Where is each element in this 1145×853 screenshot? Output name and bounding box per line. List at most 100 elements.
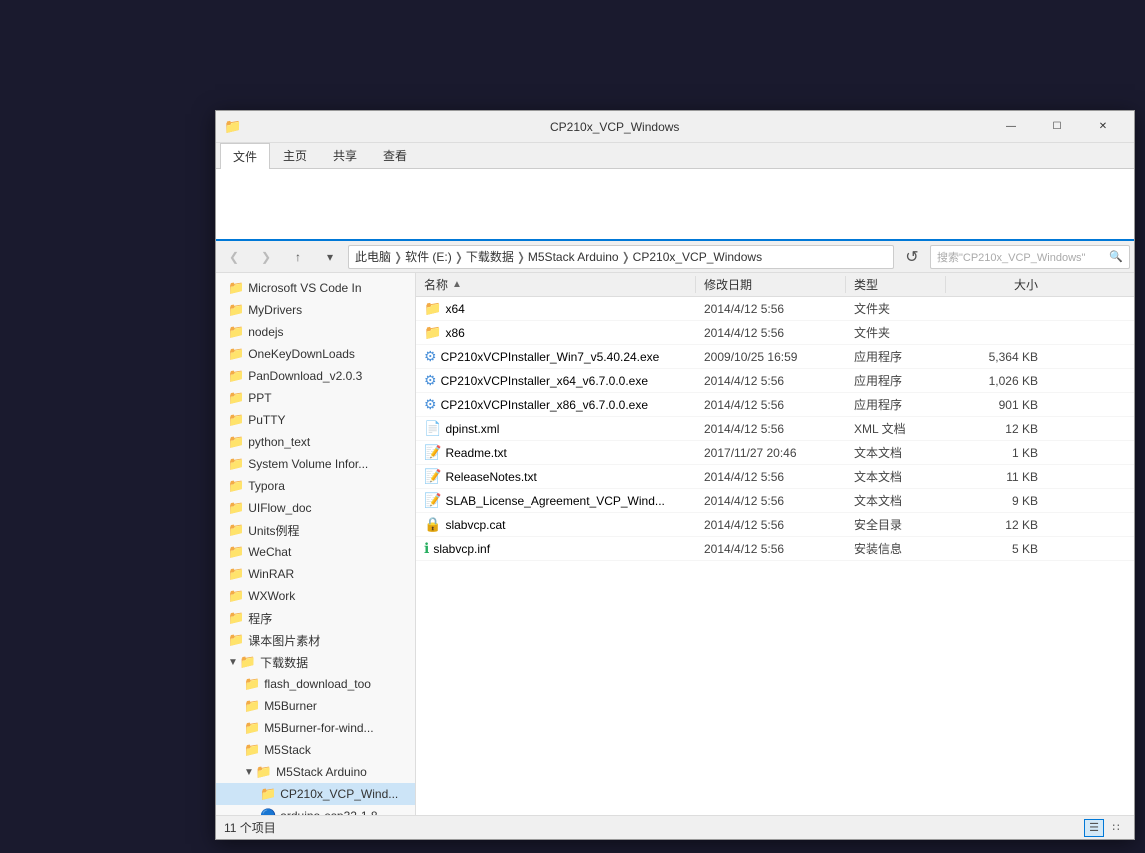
tree-label-m5burner: M5Burner [264, 699, 317, 713]
file-row-cp210x-x64[interactable]: ⚙ CP210xVCPInstaller_x64_v6.7.0.0.exe 20… [416, 369, 1134, 393]
col-header-date[interactable]: 修改日期 [696, 276, 846, 293]
minimize-button[interactable]: — [988, 111, 1034, 143]
title-bar: 📁 CP210x_VCP_Windows — ☐ ✕ [216, 111, 1134, 143]
tree-item-putty[interactable]: 📁 PuTTY [216, 409, 415, 431]
file-row-x64[interactable]: 📁 x64 2014/4/12 5:56 文件夹 [416, 297, 1134, 321]
folder-icon: 📁 [228, 390, 244, 406]
tree-item-programs[interactable]: 📁 程序 [216, 607, 415, 629]
folder-icon: 📁 [228, 302, 244, 318]
path-drive[interactable]: 软件 (E:) [405, 248, 452, 265]
tree-label-uiflow: UIFlow_doc [248, 501, 311, 515]
view-details-button[interactable]: ☰ [1084, 819, 1104, 837]
col-header-type[interactable]: 类型 [846, 276, 946, 293]
file-date-slabvcp-cat: 2014/4/12 5:56 [696, 518, 846, 532]
tab-home[interactable]: 主页 [270, 142, 320, 168]
file-row-cp210x-win7[interactable]: ⚙ CP210xVCPInstaller_Win7_v5.40.24.exe 2… [416, 345, 1134, 369]
file-label-releasenotes: ReleaseNotes.txt [445, 470, 536, 484]
tree-item-downloads[interactable]: ▼ 📁 下载数据 [216, 651, 415, 673]
folder-icon: 📁 [228, 610, 244, 626]
tree-item-wxwork[interactable]: 📁 WXWork [216, 585, 415, 607]
path-computer[interactable]: 此电脑 [355, 248, 391, 265]
tree-item-arduino-esp32[interactable]: 🔵 arduino-esp32-1.8... [216, 805, 415, 815]
tree-item-m5stack-arduino[interactable]: ▼ 📁 M5Stack Arduino [216, 761, 415, 783]
file-size-slabvcp-inf: 5 KB [946, 542, 1046, 556]
tree-item-nodejs[interactable]: 📁 nodejs [216, 321, 415, 343]
path-downloads[interactable]: 下载数据 [466, 248, 514, 265]
tree-item-textbook[interactable]: 📁 课本图片素材 [216, 629, 415, 651]
file-row-readme[interactable]: 📝 Readme.txt 2017/11/27 20:46 文本文档 1 KB [416, 441, 1134, 465]
folder-icon-x86: 📁 [424, 324, 441, 341]
tree-item-typora[interactable]: 📁 Typora [216, 475, 415, 497]
tab-file[interactable]: 文件 [220, 143, 270, 169]
title-controls: — ☐ ✕ [988, 111, 1126, 143]
tree-label-units: Units例程 [248, 522, 299, 539]
tree-item-cp210x[interactable]: 📁 CP210x_VCP_Wind... [216, 783, 415, 805]
file-name-cp210x-x64: ⚙ CP210xVCPInstaller_x64_v6.7.0.0.exe [416, 372, 696, 389]
maximize-button[interactable]: ☐ [1034, 111, 1080, 143]
file-row-slabvcp-cat[interactable]: 🔒 slabvcp.cat 2014/4/12 5:56 安全目录 12 KB [416, 513, 1134, 537]
search-icon: 🔍 [1109, 250, 1123, 263]
txt-icon-slab-license: 📝 [424, 492, 441, 509]
path-m5stack[interactable]: M5Stack Arduino [528, 250, 619, 264]
tree-item-wechat[interactable]: 📁 WeChat [216, 541, 415, 563]
inf-icon-slabvcp: ℹ [424, 540, 429, 557]
search-box[interactable]: 搜索"CP210x_VCP_Windows" 🔍 [930, 245, 1130, 269]
tree-label-nodejs: nodejs [248, 325, 283, 339]
tree-item-m5burner[interactable]: 📁 M5Burner [216, 695, 415, 717]
col-type-label: 类型 [854, 276, 878, 293]
file-size-releasenotes: 11 KB [946, 470, 1046, 484]
tree-item-mydrivers[interactable]: 📁 MyDrivers [216, 299, 415, 321]
file-row-cp210x-x86[interactable]: ⚙ CP210xVCPInstaller_x86_v6.7.0.0.exe 20… [416, 393, 1134, 417]
close-button[interactable]: ✕ [1080, 111, 1126, 143]
tree-item-vscode[interactable]: 📁 Microsoft VS Code In [216, 277, 415, 299]
folder-icon: 📁 [228, 324, 244, 340]
file-date-cp210x-win7: 2009/10/25 16:59 [696, 350, 846, 364]
file-name-slab-license: 📝 SLAB_License_Agreement_VCP_Wind... [416, 492, 696, 509]
file-row-dpinst[interactable]: 📄 dpinst.xml 2014/4/12 5:56 XML 文档 12 KB [416, 417, 1134, 441]
path-current[interactable]: CP210x_VCP_Windows [633, 250, 762, 264]
search-text: 搜索"CP210x_VCP_Windows" [937, 249, 1085, 265]
view-large-icons-button[interactable]: ∷ [1106, 819, 1126, 837]
back-button[interactable]: ❮ [220, 244, 248, 270]
file-row-x86[interactable]: 📁 x86 2014/4/12 5:56 文件夹 [416, 321, 1134, 345]
tree-item-flash[interactable]: 📁 flash_download_too [216, 673, 415, 695]
file-row-slabvcp-inf[interactable]: ℹ slabvcp.inf 2014/4/12 5:56 安装信息 5 KB [416, 537, 1134, 561]
tab-view[interactable]: 查看 [370, 142, 420, 168]
tree-item-winrar[interactable]: 📁 WinRAR [216, 563, 415, 585]
col-name-label: 名称 [424, 276, 448, 293]
folder-icon: 📁 [244, 720, 260, 736]
file-row-releasenotes[interactable]: 📝 ReleaseNotes.txt 2014/4/12 5:56 文本文档 1… [416, 465, 1134, 489]
tree-label-pandownload: PanDownload_v2.0.3 [248, 369, 362, 383]
col-header-size[interactable]: 大小 [946, 276, 1046, 293]
file-size-slabvcp-cat: 12 KB [946, 518, 1046, 532]
tree-item-uiflow[interactable]: 📁 UIFlow_doc [216, 497, 415, 519]
folder-icon: 📁 [224, 118, 241, 135]
file-size-slab-license: 9 KB [946, 494, 1046, 508]
tree-item-units[interactable]: 📁 Units例程 [216, 519, 415, 541]
up-button[interactable]: ↑ [284, 244, 312, 270]
forward-button[interactable]: ❯ [252, 244, 280, 270]
xml-icon-dpinst: 📄 [424, 420, 441, 437]
address-path[interactable]: 此电脑 ❭ 软件 (E:) ❭ 下载数据 ❭ M5Stack Arduino ❭… [348, 245, 894, 269]
folder-icon: 📁 [228, 280, 244, 296]
tree-item-onekeydownloads[interactable]: 📁 OneKeyDownLoads [216, 343, 415, 365]
file-row-slab-license[interactable]: 📝 SLAB_License_Agreement_VCP_Wind... 201… [416, 489, 1134, 513]
file-name-cp210x-win7: ⚙ CP210xVCPInstaller_Win7_v5.40.24.exe [416, 348, 696, 365]
tree-item-m5burner-win[interactable]: 📁 M5Burner-for-wind... [216, 717, 415, 739]
tree-item-python-text[interactable]: 📁 python_text [216, 431, 415, 453]
exe-icon-cp210x-x64: ⚙ [424, 372, 437, 389]
file-type-cp210x-win7: 应用程序 [846, 348, 946, 365]
tree-item-m5stack[interactable]: 📁 M5Stack [216, 739, 415, 761]
expand-icon: ▼ [244, 767, 254, 778]
tree-label-ppt: PPT [248, 391, 271, 405]
refresh-button[interactable]: ↺ [898, 244, 926, 270]
path-sep-2: ❭ [454, 250, 464, 264]
recent-locations-button[interactable]: ▾ [316, 244, 344, 270]
tab-share[interactable]: 共享 [320, 142, 370, 168]
folder-icon: 📁 [260, 786, 276, 802]
tree-item-pandownload[interactable]: 📁 PanDownload_v2.0.3 [216, 365, 415, 387]
tree-item-ppt[interactable]: 📁 PPT [216, 387, 415, 409]
window-title: CP210x_VCP_Windows [241, 120, 988, 134]
tree-item-system-volume[interactable]: 📁 System Volume Infor... [216, 453, 415, 475]
col-header-name[interactable]: 名称 ▲ [416, 276, 696, 293]
